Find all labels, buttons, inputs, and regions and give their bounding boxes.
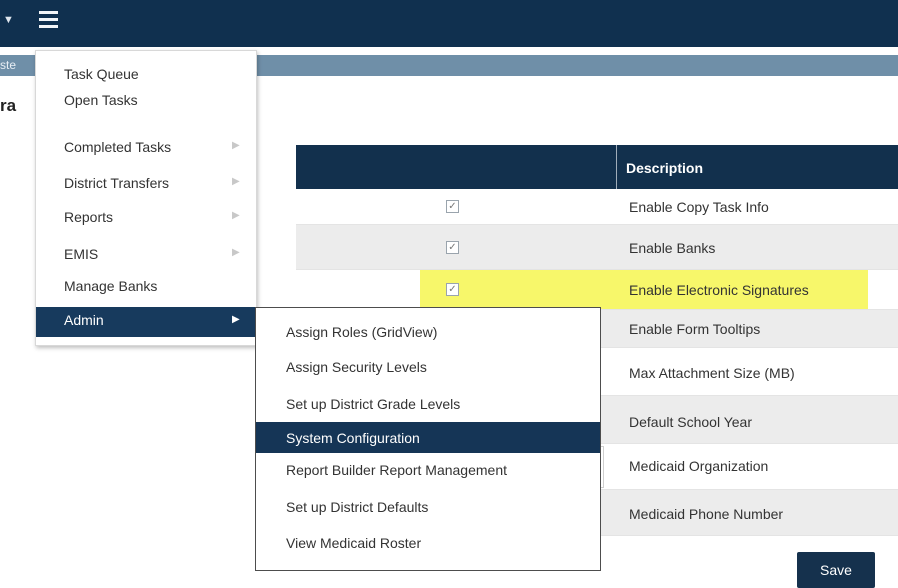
table-row: ✓ Enable Electronic Signatures bbox=[296, 270, 898, 310]
admin-submenu: Assign Roles (GridView) Assign Security … bbox=[255, 307, 601, 571]
menu-item-emis[interactable]: EMIS ▶ bbox=[36, 243, 256, 268]
row-description: Enable Electronic Signatures bbox=[629, 282, 809, 298]
menu-item-reports[interactable]: Reports ▶ bbox=[36, 206, 256, 231]
menu-item-label: Reports bbox=[64, 209, 114, 225]
submenu-item-assign-roles[interactable]: Assign Roles (GridView) bbox=[256, 316, 600, 347]
menu-item-label: District Transfers bbox=[64, 175, 170, 191]
submenu-item-district-grade-levels[interactable]: Set up District Grade Levels bbox=[256, 388, 600, 419]
menu-item-label: Admin bbox=[64, 312, 104, 328]
table-row: ✓ Enable Banks bbox=[296, 225, 898, 270]
menu-item-manage-banks[interactable]: Manage Banks bbox=[36, 275, 256, 300]
page-title: ra bbox=[0, 96, 17, 115]
menu-item-label: Open Tasks bbox=[64, 92, 138, 108]
submenu-item-system-configuration[interactable]: System Configuration bbox=[256, 422, 600, 453]
save-button[interactable]: Save bbox=[797, 552, 875, 588]
row-description: Max Attachment Size (MB) bbox=[629, 365, 795, 381]
checkbox[interactable]: ✓ bbox=[446, 283, 459, 296]
submenu-item-label: Assign Roles (GridView) bbox=[286, 324, 438, 340]
row-description: Medicaid Phone Number bbox=[629, 506, 784, 522]
checkbox[interactable]: ✓ bbox=[446, 200, 459, 213]
submenu-arrow-icon: ▶ bbox=[232, 140, 240, 151]
menu-item-district-transfers[interactable]: District Transfers ▶ bbox=[36, 172, 256, 197]
submenu-arrow-icon: ▶ bbox=[232, 247, 240, 258]
menu-item-label: Task Queue bbox=[64, 66, 139, 82]
menu-item-admin[interactable]: Admin ▶ bbox=[36, 307, 256, 337]
hamburger-line bbox=[39, 25, 58, 28]
menu-item-label: Manage Banks bbox=[64, 278, 158, 294]
submenu-item-report-builder[interactable]: Report Builder Report Management bbox=[256, 454, 600, 485]
menu-item-label: EMIS bbox=[64, 246, 99, 262]
main-menu-dropdown: Task Queue Open Tasks Completed Tasks ▶ … bbox=[35, 50, 257, 346]
submenu-item-district-defaults[interactable]: Set up District Defaults bbox=[256, 491, 600, 522]
top-navbar: ▼ bbox=[0, 0, 898, 47]
menu-item-task-queue[interactable]: Task Queue bbox=[36, 63, 256, 88]
submenu-item-label: Set up District Defaults bbox=[286, 499, 429, 515]
submenu-item-label: View Medicaid Roster bbox=[286, 535, 422, 551]
menu-item-open-tasks[interactable]: Open Tasks bbox=[36, 89, 256, 114]
submenu-item-label: Assign Security Levels bbox=[286, 359, 427, 375]
hamburger-menu-icon[interactable] bbox=[36, 8, 61, 32]
submenu-item-medicaid-roster[interactable]: View Medicaid Roster bbox=[256, 527, 600, 558]
row-description: Enable Form Tooltips bbox=[629, 321, 761, 337]
table-row: ✓ Enable Copy Task Info bbox=[296, 189, 898, 225]
hamburger-line bbox=[39, 18, 58, 21]
menu-item-completed-tasks[interactable]: Completed Tasks ▶ bbox=[36, 136, 256, 161]
row-description: Enable Banks bbox=[629, 240, 716, 256]
menu-item-label: Completed Tasks bbox=[64, 139, 172, 155]
table-header: Description bbox=[296, 145, 898, 189]
row-description: Default School Year bbox=[629, 414, 752, 430]
submenu-item-assign-security-levels[interactable]: Assign Security Levels bbox=[256, 351, 600, 382]
checkbox[interactable]: ✓ bbox=[446, 241, 459, 254]
row-description: Medicaid Organization bbox=[629, 458, 769, 474]
hamburger-line bbox=[39, 11, 58, 14]
column-divider bbox=[616, 145, 617, 189]
dropdown-caret-icon[interactable]: ▼ bbox=[3, 14, 14, 26]
submenu-arrow-icon: ▶ bbox=[232, 176, 240, 187]
submenu-item-label: Set up District Grade Levels bbox=[286, 396, 461, 412]
submenu-arrow-icon: ▶ bbox=[232, 210, 240, 221]
submenu-item-label: Report Builder Report Management bbox=[286, 462, 508, 478]
submenu-arrow-icon: ▶ bbox=[232, 314, 240, 325]
column-header-description: Description bbox=[626, 160, 704, 176]
row-description: Enable Copy Task Info bbox=[629, 199, 769, 215]
subbar-text: ste bbox=[0, 58, 17, 72]
submenu-item-label: System Configuration bbox=[286, 430, 420, 446]
